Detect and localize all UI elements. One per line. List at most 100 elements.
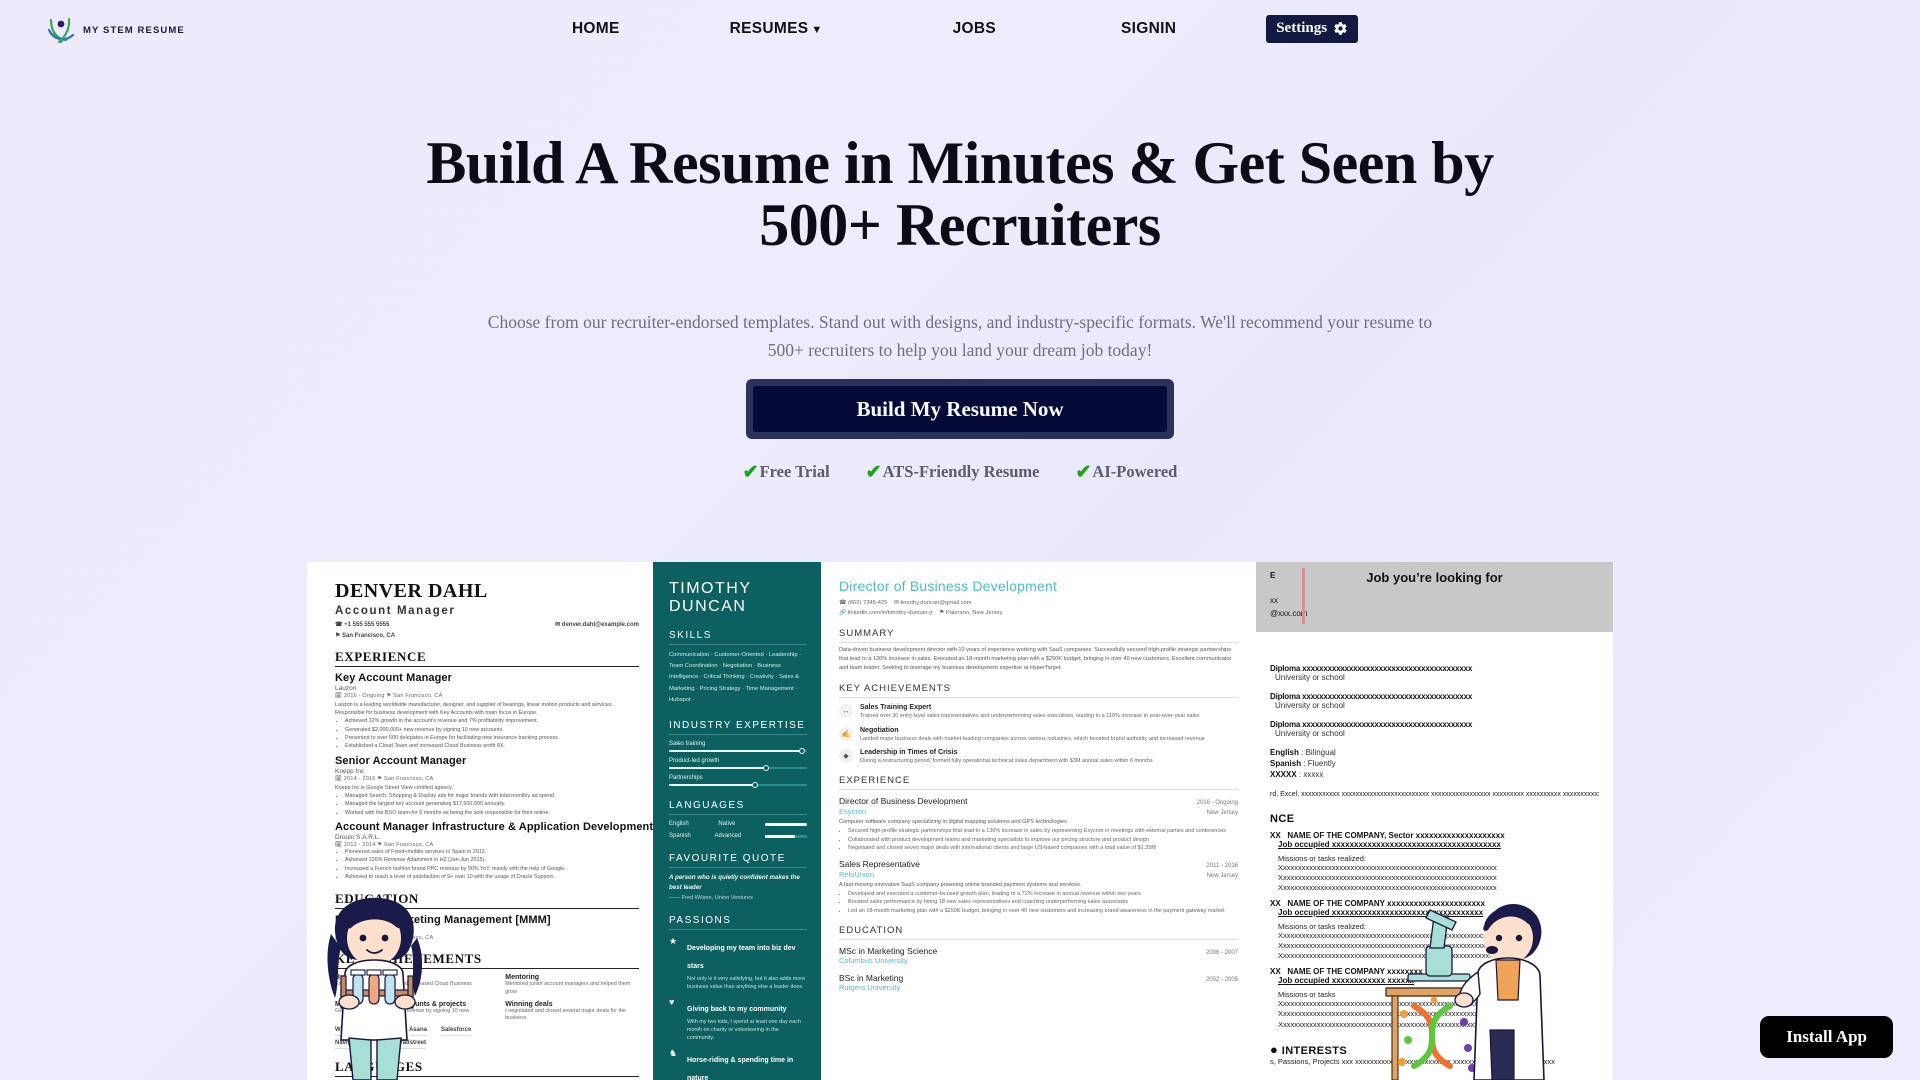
resume1-job-bullet: Achieved 126% Revenue Attainment in H2 (… bbox=[345, 856, 639, 864]
resume2-passion-title: Developing my team into biz dev stars bbox=[687, 944, 796, 970]
resume3-education-dates: 2002 - 2005 bbox=[1205, 977, 1238, 984]
resume1-job-bullet: Generated $2,000,000+ new revenue by sig… bbox=[345, 726, 639, 734]
resume3-job: Director of Business Development 2016 - … bbox=[839, 796, 1238, 853]
resume3-job-location: New Jersey bbox=[1206, 810, 1238, 817]
nav-item-jobs[interactable]: JOBS bbox=[943, 20, 1006, 38]
resume2-expertise-label: Partnerships bbox=[669, 775, 703, 782]
resume3-school: Rutgers University bbox=[839, 983, 901, 993]
star-icon: ★ bbox=[669, 935, 678, 946]
resume4-experience-occupied: Job occupied xxxxxxxxxxxxxxxxxxxxxxxxxxx… bbox=[1278, 839, 1501, 849]
resume-template-card-timothy-main[interactable]: Director of Business Development ☎ (862)… bbox=[821, 562, 1256, 1080]
resume3-location: ⚑ Paterson, New Jersey bbox=[939, 610, 1003, 617]
resume4-experience-years: XX bbox=[1270, 967, 1281, 977]
resume2-quote-heading: FAVOURITE QUOTE bbox=[669, 853, 807, 869]
resume3-achievement: ✍ Negotiation Landed major business deal… bbox=[839, 726, 1238, 743]
resume2-expertise-item: Partnerships bbox=[669, 775, 807, 789]
badge-free-trial: ✔ Free Trial bbox=[743, 462, 830, 482]
resume4-language: XXXXX : xxxxx bbox=[1270, 770, 1324, 779]
resume3-title: Director of Business Development bbox=[839, 578, 1058, 594]
resume3-achievement-title: Sales Training Expert bbox=[860, 704, 932, 712]
resume3-education-item: MSc in Marketing Science 2006 - 2007 Col… bbox=[839, 946, 1238, 965]
resume1-job-title: Senior Account Manager bbox=[335, 754, 467, 767]
resume2-language-row: English Native bbox=[669, 821, 807, 827]
resume2-language-bar bbox=[765, 834, 807, 838]
nav-item-resumes[interactable]: RESUMES ▼ bbox=[720, 20, 833, 38]
resume3-achievements-heading: KEY ACHIEVEMENTS bbox=[839, 683, 1238, 699]
resume1-achievement-title: Winning deals bbox=[505, 1000, 553, 1008]
resume4-experience-company-name: NAME OF THE COMPANY, Sector xxxxxxxxxxxx… bbox=[1287, 830, 1505, 840]
resume2-expertise-bar bbox=[669, 765, 807, 772]
heart-icon: ♥ bbox=[669, 997, 675, 1008]
resume1-job-bullet: Managed Search, Shopping & Display ads f… bbox=[345, 792, 639, 800]
resume4-experience-heading: NCE bbox=[1270, 812, 1295, 825]
resume3-degree: MSc in Marketing Science bbox=[839, 946, 938, 957]
nav-item-home[interactable]: HOME bbox=[562, 20, 630, 38]
resume4-language-name: Spanish bbox=[1270, 759, 1302, 768]
resume1-job: Senior Account Manager Koepp Inc 🗓 2014 … bbox=[335, 755, 639, 817]
resume1-job-company: Drouin S.A.R.L. bbox=[335, 833, 381, 841]
resume1-job-title: Key Account Manager bbox=[335, 672, 453, 684]
resume4-diploma-degree: Diploma xxxxxxxxxxxxxxxxxxxxxxxxxxxxxxxx… bbox=[1270, 720, 1473, 729]
settings-button[interactable]: Settings bbox=[1266, 15, 1359, 43]
resume3-linkedin: 🔗 linkedin.com/in/timothy-duncan-jr bbox=[839, 610, 933, 617]
resume2-expertise-item: Sales training bbox=[669, 741, 807, 755]
badge-ai-powered: ✔ AI-Powered bbox=[1076, 462, 1178, 482]
resume1-job-bullet: Achieved 12% growth in the account's rev… bbox=[345, 717, 639, 725]
resume4-language: Spanish : Fluently bbox=[1270, 759, 1336, 768]
resume4-diploma-school: University or school bbox=[1275, 673, 1345, 682]
resume4-language-name: XXXXX bbox=[1270, 770, 1297, 779]
resume4-header: E xx @xxx.com Job you’re looking for bbox=[1256, 562, 1613, 632]
nav-item-signin[interactable]: SIGNIN bbox=[1111, 20, 1186, 38]
check-icon: ✔ bbox=[742, 461, 759, 483]
resume1-phone: ☎ +1 555 555 5555 bbox=[335, 622, 390, 628]
resume3-school: Columbus University bbox=[839, 956, 908, 966]
resume3-education-heading: EDUCATION bbox=[839, 925, 1238, 941]
resume3-job-desc: A fast-moving innovative SaaS company po… bbox=[839, 881, 1082, 888]
site-header: MY STEM RESUME HOME RESUMES ▼ JOBS SIGNIN… bbox=[0, 0, 1920, 58]
resume2-expertise-bar bbox=[669, 748, 807, 755]
build-resume-button-label: Build My Resume Now bbox=[753, 386, 1167, 432]
badge-ats-friendly: ✔ ATS-Friendly Resume bbox=[866, 462, 1040, 482]
resume1-job-bullet: Achieved to reach a level of satisfactio… bbox=[345, 873, 639, 881]
resume4-language-level: Fluently bbox=[1307, 759, 1336, 768]
handshake-icon: ✍ bbox=[839, 726, 853, 741]
resume4-diploma-school: University or school bbox=[1275, 729, 1345, 738]
resume2-language-level: Advanced bbox=[714, 833, 742, 840]
resume3-summary: Data-driven business development directo… bbox=[839, 647, 1232, 672]
install-app-button[interactable]: Install App bbox=[1760, 1016, 1893, 1058]
resume2-languages-heading: LANGUAGES bbox=[669, 800, 807, 816]
resume2-expertise-label: Sales training bbox=[669, 741, 706, 748]
resume1-job-bullet: Worked with the BSO team for 6 months as… bbox=[345, 809, 639, 817]
resume4-diploma: Diploma xxxxxxxxxxxxxxxxxxxxxxxxxxxxxxxx… bbox=[1270, 664, 1599, 682]
resume1-role: Account Manager bbox=[335, 605, 456, 617]
resume3-job-bullet: Boosted sales performance by hiring 18 n… bbox=[848, 898, 1238, 907]
resume4-experience-missions-label: Missions or tasks realized: bbox=[1278, 853, 1366, 863]
resume-template-card-timothy-sidebar[interactable]: TIMOTHY DUNCAN SKILLS Communication · Cu… bbox=[653, 562, 821, 1080]
resume4-diploma-degree: Diploma xxxxxxxxxxxxxxxxxxxxxxxxxxxxxxxx… bbox=[1270, 664, 1473, 673]
resume3-achievement: ↔ Sales Training Expert Trained over 30 … bbox=[839, 704, 1238, 720]
resume2-passion: ★ Developing my team into biz dev stars … bbox=[669, 935, 807, 991]
resume1-experience-heading: EXPERIENCE bbox=[335, 649, 639, 667]
resume2-skills-text: Communication · Customer-Oriented · Lead… bbox=[669, 651, 802, 703]
resume4-diploma-degree: Diploma xxxxxxxxxxxxxxxxxxxxxxxxxxxxxxxx… bbox=[1270, 692, 1473, 701]
resume3-job-location: New Jersey bbox=[1206, 872, 1238, 879]
resume2-quote-author: —— Fred Wilson, Union Ventures bbox=[669, 894, 753, 901]
resume3-email: ✉ timothy.duncan@gmail.com bbox=[893, 600, 972, 606]
dumbbell-icon: ↔ bbox=[839, 704, 853, 719]
resume2-language-name: English bbox=[669, 821, 689, 828]
resume4-experience-company: XX NAME OF THE COMPANY, Sector xxxxxxxxx… bbox=[1270, 831, 1599, 840]
resume3-degree: BSc in Marketing bbox=[839, 973, 904, 984]
resume2-expertise-item: Product-led growth bbox=[669, 758, 807, 772]
resume1-name: DENVER DAHL bbox=[335, 580, 488, 602]
build-resume-button[interactable]: Build My Resume Now bbox=[746, 379, 1174, 439]
resume1-achievement-desc: Mentored junior account managers and hel… bbox=[505, 981, 631, 996]
badge-ai-powered-label: AI-Powered bbox=[1092, 462, 1178, 481]
resume4-diploma: Diploma xxxxxxxxxxxxxxxxxxxxxxxxxxxxxxxx… bbox=[1270, 720, 1599, 738]
resume2-language-name: Spanish bbox=[669, 833, 691, 840]
badge-free-trial-label: Free Trial bbox=[759, 462, 830, 481]
resume2-language-row: Spanish Advanced bbox=[669, 833, 807, 839]
resume1-achievement-desc: I negotiated and closed several major de… bbox=[505, 1007, 627, 1022]
resume2-passion: ♞ Horse-riding & spending time in nature… bbox=[669, 1049, 807, 1080]
resume4-interests-heading-label: INTERESTS bbox=[1281, 1044, 1348, 1057]
resume3-achievement-title: Leadership in Times of Crisis bbox=[860, 748, 958, 756]
